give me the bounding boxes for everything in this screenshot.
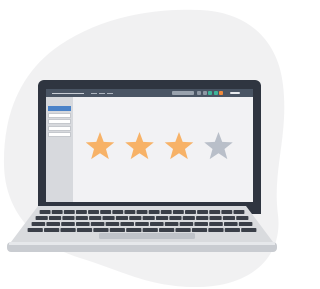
keyboard-key	[105, 222, 120, 226]
keyboard-key	[62, 216, 75, 220]
keyboard-key	[31, 222, 46, 226]
keyboard-key	[238, 222, 253, 226]
toolbar-gray-button-2[interactable]	[202, 91, 207, 95]
keyboard-key	[172, 210, 184, 214]
keyboard-key	[169, 216, 182, 220]
keyboard-key	[44, 228, 60, 232]
keyboard-key	[88, 210, 99, 214]
keyboard-key	[120, 222, 134, 226]
sidebar	[46, 97, 73, 202]
keyboard-key	[222, 216, 236, 220]
keyboard-key	[75, 210, 87, 214]
keyboard-key	[209, 210, 221, 214]
menu-item-placeholder[interactable]	[91, 93, 97, 94]
sidebar-item[interactable]	[48, 119, 71, 124]
keyboard-key	[75, 216, 88, 220]
keyboard-key	[89, 216, 102, 220]
keyboard-key	[129, 216, 142, 220]
keyboard-key	[100, 210, 112, 214]
trackpad[interactable]	[99, 233, 195, 239]
keyboard-key	[182, 216, 195, 220]
star-filled-icon[interactable]	[164, 132, 194, 160]
keyboard-key	[241, 228, 257, 232]
keyboard-key	[76, 222, 90, 226]
keyboard-key	[126, 228, 142, 232]
keyboard-key	[46, 222, 60, 226]
keyboard-key	[164, 222, 179, 226]
keyboard-key	[175, 228, 191, 232]
keyboard-key	[93, 228, 109, 232]
menu-item-placeholder[interactable]	[99, 93, 105, 94]
keyboard-key	[160, 210, 172, 214]
keyboard-key	[236, 216, 249, 220]
keyboard-key	[76, 228, 93, 232]
sidebar-item[interactable]	[48, 125, 71, 131]
keyboard-key	[112, 210, 124, 214]
keyboard-key	[150, 222, 164, 226]
keyboard-key	[224, 222, 238, 226]
search-input[interactable]	[172, 91, 194, 95]
app-window	[46, 89, 253, 202]
keyboard-key	[209, 216, 222, 220]
keyboard-key	[135, 222, 149, 226]
keyboard-key	[148, 210, 160, 214]
keyboard-key	[142, 216, 155, 220]
keyboard-key	[136, 210, 148, 214]
keyboard-key	[194, 222, 208, 226]
keyboard-key	[124, 210, 136, 214]
keyboard-key	[159, 228, 175, 232]
app-topbar	[46, 89, 253, 97]
toolbar-green-button-1[interactable]	[208, 91, 212, 95]
menu-item-placeholder[interactable]	[107, 93, 113, 94]
user-menu-placeholder[interactable]	[230, 92, 240, 94]
keyboard-key	[109, 228, 125, 232]
toolbar-orange-button[interactable]	[219, 91, 223, 95]
keyboard-key	[191, 228, 208, 232]
keyboard-key	[224, 228, 240, 232]
keyboard-key	[35, 216, 48, 220]
keyboard-key	[90, 222, 105, 226]
keyboard-key	[51, 210, 63, 214]
star-empty-icon[interactable]	[204, 132, 233, 160]
keyboard-key	[179, 222, 194, 226]
sidebar-item[interactable]	[48, 132, 71, 137]
sidebar-item[interactable]	[48, 106, 71, 111]
keyboard-key	[208, 228, 224, 232]
star-filled-icon[interactable]	[125, 132, 154, 160]
keyboard-key	[48, 216, 62, 220]
keyboard-key	[63, 210, 75, 214]
keyboard-key	[221, 210, 233, 214]
keyboard-key	[61, 222, 75, 226]
keyboard-key	[142, 228, 158, 232]
keyboard-key	[39, 210, 51, 214]
keyboard-key	[115, 216, 129, 220]
keyboard-key	[60, 228, 76, 232]
keyboard-key	[233, 210, 245, 214]
sidebar-item[interactable]	[48, 112, 71, 118]
star-filled-icon[interactable]	[86, 132, 115, 160]
app-title-placeholder	[52, 93, 84, 94]
toolbar-gray-button-1[interactable]	[197, 91, 201, 95]
laptop-keyboard-deck	[7, 206, 277, 252]
star-rating[interactable]	[86, 131, 236, 165]
keyboard-key	[196, 216, 209, 220]
keyboard-key	[197, 210, 209, 214]
keyboard-key	[155, 216, 169, 220]
keyboard-key	[27, 228, 43, 232]
keyboard-key	[185, 210, 196, 214]
toolbar-green-button-2[interactable]	[213, 91, 218, 95]
keyboard-key	[209, 222, 223, 226]
keyboard-key	[102, 216, 115, 220]
